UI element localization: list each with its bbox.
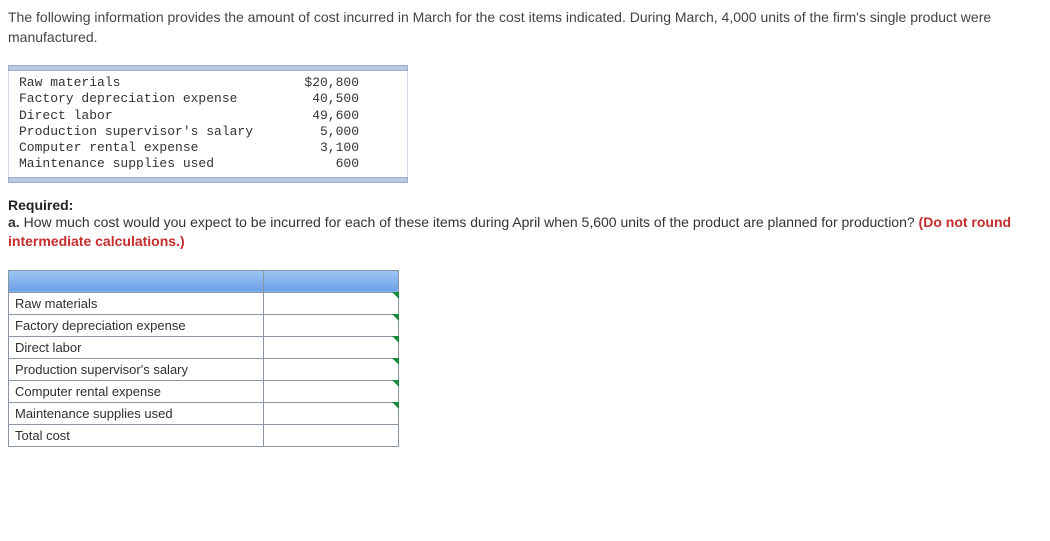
table-row: Maintenance supplies used	[9, 402, 399, 424]
table-row-total: Total cost	[9, 424, 399, 446]
cost-value: 49,600	[269, 108, 359, 124]
table-row: Computer rental expense	[9, 380, 399, 402]
cost-row: Production supervisor's salary 5,000	[19, 124, 397, 140]
row-label: Direct labor	[9, 336, 264, 358]
row-label: Total cost	[9, 424, 264, 446]
cost-row: Computer rental expense 3,100	[19, 140, 397, 156]
input-caret-icon	[392, 358, 399, 365]
row-label: Production supervisor's salary	[9, 358, 264, 380]
answer-input-supervisor-salary[interactable]	[264, 358, 399, 380]
required-heading: Required:	[8, 197, 1042, 213]
cost-label: Raw materials	[19, 75, 269, 91]
cost-value: 40,500	[269, 91, 359, 107]
answer-input-direct-labor[interactable]	[264, 336, 399, 358]
question-body: How much cost would you expect to be inc…	[24, 214, 915, 230]
cost-value: 5,000	[269, 124, 359, 140]
table-row: Factory depreciation expense	[9, 314, 399, 336]
cost-value: 600	[269, 156, 359, 172]
required-block: Required: a. How much cost would you exp…	[8, 197, 1042, 252]
answer-input-raw-materials[interactable]	[264, 292, 399, 314]
question-text: a. How much cost would you expect to be …	[8, 213, 1042, 252]
input-caret-icon	[392, 314, 399, 321]
cost-row: Raw materials $20,800	[19, 75, 397, 91]
block-bottom-bar	[8, 177, 408, 183]
cost-label: Direct labor	[19, 108, 269, 124]
row-label: Maintenance supplies used	[9, 402, 264, 424]
input-caret-icon	[392, 336, 399, 343]
row-label: Computer rental expense	[9, 380, 264, 402]
row-label: Factory depreciation expense	[9, 314, 264, 336]
table-row: Raw materials	[9, 292, 399, 314]
part-label: a.	[8, 214, 20, 230]
input-caret-icon	[392, 402, 399, 409]
cost-label: Maintenance supplies used	[19, 156, 269, 172]
header-input-cell	[264, 270, 399, 292]
cost-value: $20,800	[269, 75, 359, 91]
march-cost-block: Raw materials $20,800 Factory depreciati…	[8, 65, 408, 183]
cost-label: Computer rental expense	[19, 140, 269, 156]
input-caret-icon	[392, 292, 399, 299]
cost-row: Direct labor 49,600	[19, 108, 397, 124]
input-caret-icon	[392, 380, 399, 387]
march-cost-list: Raw materials $20,800 Factory depreciati…	[8, 71, 408, 177]
cost-row: Maintenance supplies used 600	[19, 156, 397, 172]
header-label-cell	[9, 270, 264, 292]
cost-label: Production supervisor's salary	[19, 124, 269, 140]
table-row: Production supervisor's salary	[9, 358, 399, 380]
table-row: Direct labor	[9, 336, 399, 358]
answer-input-maintenance-supplies[interactable]	[264, 402, 399, 424]
table-header-row	[9, 270, 399, 292]
answer-table: Raw materials Factory depreciation expen…	[8, 270, 399, 447]
answer-input-factory-depreciation[interactable]	[264, 314, 399, 336]
row-label: Raw materials	[9, 292, 264, 314]
cost-row: Factory depreciation expense 40,500	[19, 91, 397, 107]
answer-input-computer-rental[interactable]	[264, 380, 399, 402]
cost-label: Factory depreciation expense	[19, 91, 269, 107]
intro-text: The following information provides the a…	[8, 8, 1042, 47]
answer-input-total[interactable]	[264, 424, 399, 446]
cost-value: 3,100	[269, 140, 359, 156]
